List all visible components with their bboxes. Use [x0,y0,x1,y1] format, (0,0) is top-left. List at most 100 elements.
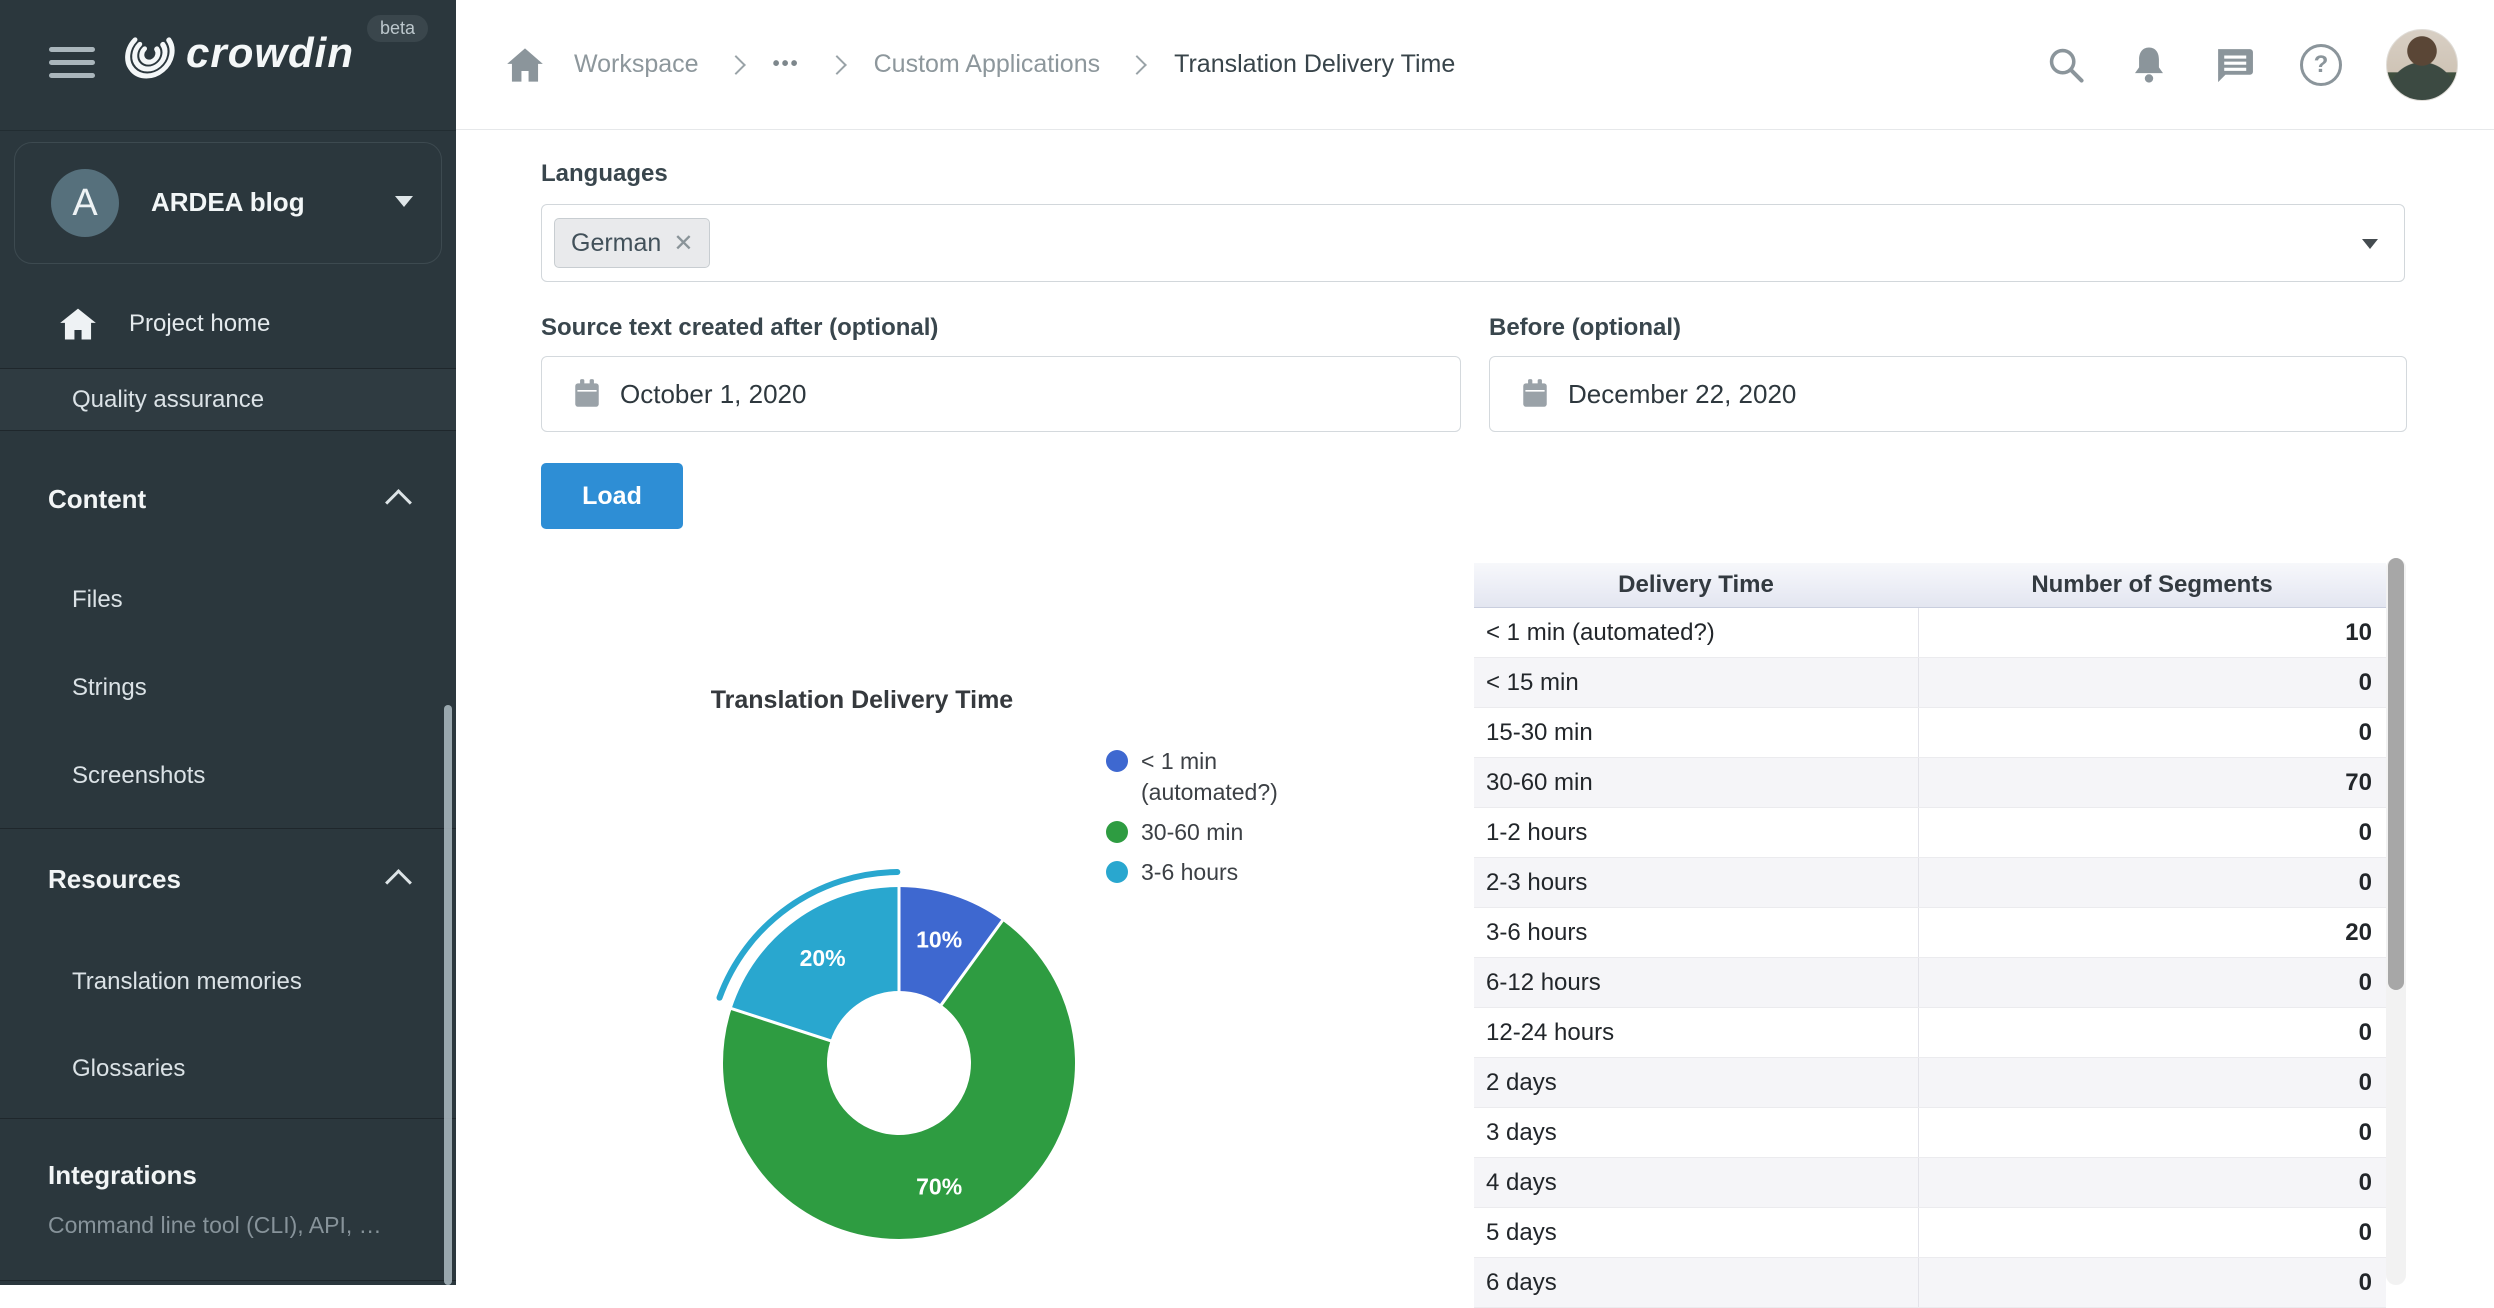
calendar-icon [1520,378,1550,410]
sidebar-item-translation-memories[interactable]: Translation memories [0,950,456,1014]
legend-item[interactable]: 3-6 hours [1106,857,1278,888]
chart-legend: < 1 min(automated?) 30-60 min 3-6 hours [1106,746,1278,897]
segments-table: Delivery Time Number of Segments < 1 min… [1474,563,2386,1308]
table-row: 6 days0 [1474,1258,2386,1308]
delivery-time-cell: 2 days [1474,1058,1918,1108]
sidebar-item-strings[interactable]: Strings [0,656,456,720]
sidebar-item-label: Glossaries [72,1055,185,1083]
breadcrumb-ellipsis[interactable]: ••• [773,53,800,76]
sidebar-item-quality-assurance[interactable]: Quality assurance [0,369,456,430]
after-date-value: October 1, 2020 [620,379,806,410]
top-icons: ? [2046,0,2458,129]
notifications-bell-icon[interactable] [2130,44,2168,86]
before-date-label: Before (optional) [1489,314,1681,342]
remove-language-icon[interactable]: ✕ [673,229,693,258]
sidebar-item-label: Quality assurance [72,386,264,414]
segments-count-cell: 0 [1918,1108,2386,1158]
table-row: 15-30 min0 [1474,708,2386,758]
sidebar-header: crowdin beta [0,0,456,131]
sidebar-item-label: Translation memories [72,968,302,996]
sidebar: crowdin beta A ARDEA blog Project home Q… [0,0,456,1285]
divider [0,828,456,829]
home-icon[interactable] [506,47,544,83]
chevron-down-icon [395,196,413,207]
legend-item[interactable]: 30-60 min [1106,817,1278,848]
languages-select[interactable]: German ✕ [541,204,2405,282]
col-header-delivery-time: Delivery Time [1474,563,1918,608]
sidebar-item-label: Files [72,586,123,614]
before-date-input[interactable]: December 22, 2020 [1489,356,2407,432]
sidebar-scrollbar[interactable] [444,705,452,1285]
chevron-down-icon [2362,239,2378,249]
table-row: 30-60 min70 [1474,758,2386,808]
table-row: 5 days0 [1474,1208,2386,1258]
messages-icon[interactable] [2212,45,2256,85]
sidebar-section-integrations[interactable]: Integrations [0,1148,456,1202]
slice-percent-label: 20% [800,945,846,971]
table-row: 1-2 hours0 [1474,808,2386,858]
sidebar-item-project-home[interactable]: Project home [0,286,456,362]
sidebar-section-content[interactable]: Content [0,468,456,530]
legend-label: < 1 min(automated?) [1141,746,1278,808]
integrations-subtitle: Command line tool (CLI), API, … [48,1212,382,1239]
table-row: 12-24 hours0 [1474,1008,2386,1058]
divider [0,1118,456,1119]
before-date-value: December 22, 2020 [1568,379,1796,410]
legend-label: 3-6 hours [1141,857,1238,888]
delivery-time-cell: 12-24 hours [1474,1008,1918,1058]
delivery-time-cell: < 15 min [1474,658,1918,708]
breadcrumb-custom-applications[interactable]: Custom Applications [874,50,1101,79]
table-row: 3 days0 [1474,1108,2386,1158]
segments-count-cell: 70 [1918,758,2386,808]
user-avatar[interactable] [2386,29,2458,101]
delivery-time-cell: < 1 min (automated?) [1474,608,1918,658]
sidebar-section-resources[interactable]: Resources [0,848,456,910]
chart-title: Translation Delivery Time [562,686,1162,715]
legend-dot-icon [1106,821,1128,843]
chevron-up-icon [385,489,412,516]
chevron-right-icon [726,55,746,75]
table-scrollbar-thumb[interactable] [2388,558,2404,990]
breadcrumb-workspace[interactable]: Workspace [574,50,699,79]
after-date-input[interactable]: October 1, 2020 [541,356,1461,432]
segments-count-cell: 0 [1918,1058,2386,1108]
sidebar-item-label: Screenshots [72,762,205,790]
legend-label: 30-60 min [1141,817,1243,848]
table-scrollbar[interactable] [2386,558,2406,1285]
table-row: 3-6 hours20 [1474,908,2386,958]
language-chip-german[interactable]: German ✕ [554,218,710,268]
project-switcher[interactable]: A ARDEA blog [14,142,442,264]
delivery-time-cell: 5 days [1474,1208,1918,1258]
hamburger-menu-icon[interactable] [49,47,95,80]
table-row: 4 days0 [1474,1158,2386,1208]
segments-count-cell: 0 [1918,808,2386,858]
help-icon[interactable]: ? [2300,44,2342,86]
breadcrumb: Workspace ••• Custom Applications Translati… [506,0,1455,129]
legend-dot-icon [1106,861,1128,883]
section-title: Integrations [48,1160,197,1191]
table-row: 2 days0 [1474,1058,2386,1108]
sidebar-item-glossaries[interactable]: Glossaries [0,1037,456,1101]
segments-count-cell: 0 [1918,1158,2386,1208]
beta-badge: beta [367,15,428,42]
delivery-time-cell: 2-3 hours [1474,858,1918,908]
search-icon[interactable] [2046,45,2086,85]
segments-count-cell: 0 [1918,958,2386,1008]
calendar-icon [572,378,602,410]
sidebar-item-label: Strings [72,674,147,702]
segments-count-cell: 0 [1918,1258,2386,1308]
load-button[interactable]: Load [541,463,683,529]
breadcrumb-translation-delivery-time: Translation Delivery Time [1174,50,1455,79]
crowdin-emblem-icon [116,22,185,84]
sidebar-item-screenshots[interactable]: Screenshots [0,744,456,808]
segments-count-cell: 0 [1918,658,2386,708]
slice-percent-label: 70% [916,1174,962,1200]
divider [0,430,456,431]
legend-item[interactable]: < 1 min(automated?) [1106,746,1278,808]
sidebar-item-files[interactable]: Files [0,568,456,632]
chevron-right-icon [1127,55,1147,75]
logo-text: crowdin [186,29,354,77]
crowdin-logo[interactable]: crowdin [120,22,354,84]
after-date-label: Source text created after (optional) [541,314,938,342]
table-row: < 15 min0 [1474,658,2386,708]
